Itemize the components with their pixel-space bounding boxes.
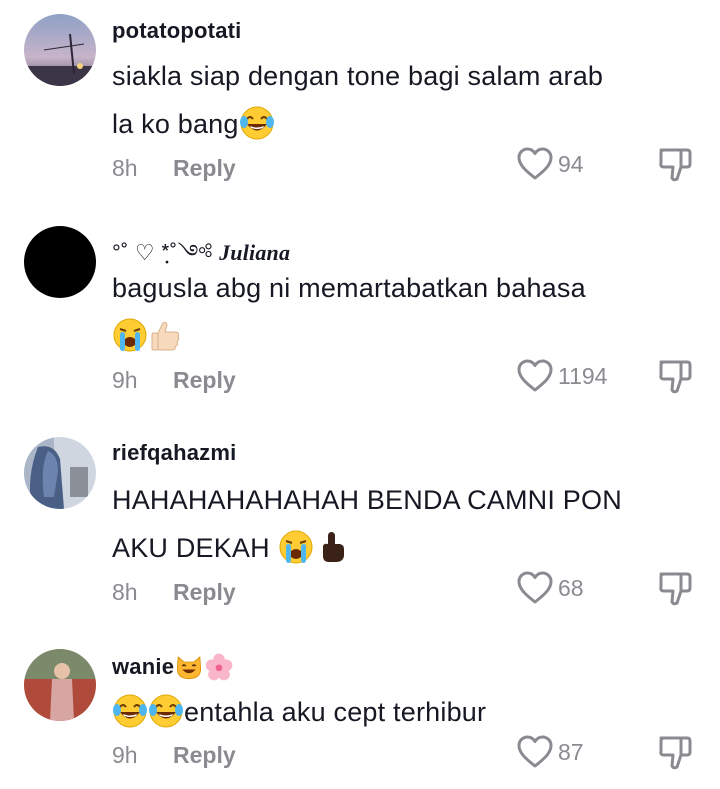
heart-icon xyxy=(516,733,554,771)
comment-text: siakla siap dengan tone bagi salam arab … xyxy=(112,52,702,148)
username-text: wanie xyxy=(112,654,175,679)
comment-text-line: siakla siap dengan tone bagi salam arab xyxy=(112,61,604,91)
comment-text-line: entahla aku cept terhibur xyxy=(184,697,487,727)
comment-text-line: bagusla abg ni memartabatkan bahasa xyxy=(112,273,586,303)
comment-item: wanie entahla aku cept terhibur 9h Reply… xyxy=(0,634,720,789)
thumbs-up-emoji-icon xyxy=(148,317,184,353)
crying-face-emoji-icon xyxy=(112,317,148,353)
avatar[interactable] xyxy=(24,437,96,509)
dislike-button[interactable] xyxy=(656,357,696,397)
comment-time: 9h xyxy=(112,367,138,393)
like-count: 94 xyxy=(558,150,584,177)
comment-time: 8h xyxy=(112,155,138,181)
comment-text: HAHAHAHAHAHAH BENDA CAMNI PON AKU DEKAH xyxy=(112,476,702,572)
cherry-blossom-emoji-icon xyxy=(204,652,234,682)
reply-button[interactable]: Reply xyxy=(173,742,236,769)
avatar[interactable] xyxy=(24,226,96,298)
heart-icon xyxy=(516,569,554,607)
comment-text-line: HAHAHAHAHAHAH BENDA CAMNI PON xyxy=(112,485,622,515)
comment-item: potatopotati siakla siap dengan tone bag… xyxy=(0,0,720,210)
reply-button[interactable]: Reply xyxy=(173,579,236,606)
comment-time: 9h xyxy=(112,742,138,768)
avatar[interactable] xyxy=(24,14,96,86)
thumbs-down-icon xyxy=(656,145,696,183)
reply-button[interactable]: Reply xyxy=(173,155,236,182)
like-count: 87 xyxy=(558,738,584,765)
like-button[interactable]: 1194 xyxy=(516,356,607,396)
heart-icon xyxy=(516,357,554,395)
dislike-button[interactable] xyxy=(656,733,696,773)
like-count: 1194 xyxy=(558,362,608,389)
grinning-cat-emoji-icon xyxy=(174,652,204,682)
avatar[interactable] xyxy=(24,649,96,721)
comment-text: entahla aku cept terhibur xyxy=(112,688,702,736)
username[interactable]: riefqahazmi xyxy=(112,440,236,466)
comment-item: riefqahazmi HAHAHAHAHAHAH BENDA CAMNI PO… xyxy=(0,422,720,634)
crying-face-emoji-icon xyxy=(278,529,314,565)
like-button[interactable]: 68 xyxy=(516,568,584,608)
comment-text-line: la ko bang xyxy=(112,109,239,139)
thumbs-down-icon xyxy=(656,733,696,771)
tears-of-joy-emoji-icon xyxy=(238,105,275,141)
tears-of-joy-emoji-icon xyxy=(148,693,184,729)
dislike-button[interactable] xyxy=(656,569,696,609)
comment-item: °˚ ♡ *ฺ˚༺ Juliana bagusla abg ni memarta… xyxy=(0,210,720,422)
username-decoration: °˚ ♡ *ฺ˚༺ xyxy=(112,240,213,265)
username[interactable]: potatopotati xyxy=(112,18,241,44)
comment-text-line: AKU DEKAH xyxy=(112,533,270,563)
tears-of-joy-emoji-icon xyxy=(112,693,148,729)
dislike-button[interactable] xyxy=(656,145,696,185)
thumbs-down-icon xyxy=(656,569,696,607)
username-script: Juliana xyxy=(219,240,291,265)
like-count: 68 xyxy=(558,574,584,601)
pointing-up-emoji-icon xyxy=(314,529,350,565)
thumbs-down-icon xyxy=(656,357,696,395)
username[interactable]: wanie xyxy=(112,652,234,682)
reply-button[interactable]: Reply xyxy=(173,367,236,394)
comment-time: 8h xyxy=(112,579,138,605)
heart-icon xyxy=(516,145,554,183)
comment-text: bagusla abg ni memartabatkan bahasa xyxy=(112,264,702,360)
like-button[interactable]: 94 xyxy=(516,144,584,184)
like-button[interactable]: 87 xyxy=(516,732,584,772)
